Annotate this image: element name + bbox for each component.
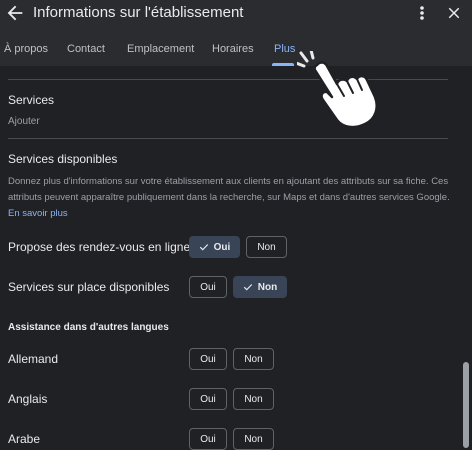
active-tab-indicator xyxy=(272,63,294,66)
anglais-no-button[interactable]: Non xyxy=(233,388,274,410)
arabe-yes-button[interactable]: Oui xyxy=(189,428,227,450)
check-icon xyxy=(199,244,208,251)
chip-label: Non xyxy=(244,353,263,365)
available-services-heading: Services disponibles xyxy=(8,152,118,166)
online-appointments-no-button[interactable]: Non xyxy=(246,236,287,258)
scrollbar-thumb[interactable] xyxy=(463,362,469,448)
attribute-onsite-services-label: Services sur place disponibles xyxy=(8,280,170,294)
anglais-yes-button[interactable]: Oui xyxy=(189,388,227,410)
chip-label: Non xyxy=(244,433,263,445)
languages-heading: Assistance dans d'autres langues xyxy=(8,322,169,333)
tab-plus[interactable]: Plus xyxy=(274,43,295,55)
chip-label: Oui xyxy=(213,241,231,253)
add-service-link[interactable]: Ajouter xyxy=(8,116,40,127)
arrow-left-icon[interactable] xyxy=(4,2,26,24)
online-appointments-yes-button[interactable]: Oui xyxy=(189,236,240,258)
section-divider xyxy=(8,138,448,139)
chip-label: Non xyxy=(244,393,263,405)
tab-emplacement[interactable]: Emplacement xyxy=(127,43,194,55)
available-services-description: Donnez plus d'informations sur votre éta… xyxy=(8,174,458,222)
chip-label: Non xyxy=(257,281,278,293)
language-label-anglais: Anglais xyxy=(8,392,48,406)
allemand-yes-button[interactable]: Oui xyxy=(189,348,227,370)
allemand-no-button[interactable]: Non xyxy=(233,348,274,370)
attribute-online-appointments-label: Propose des rendez-vous en ligne xyxy=(8,240,191,254)
services-heading: Services xyxy=(8,93,55,107)
section-divider xyxy=(8,79,448,80)
chip-label: Oui xyxy=(200,433,216,445)
learn-more-link[interactable]: En savoir plus xyxy=(8,208,68,219)
onsite-services-no-button[interactable]: Non xyxy=(233,276,287,298)
dialog-title: Informations sur l'établissement xyxy=(33,4,244,21)
tab-a-propos[interactable]: À propos xyxy=(4,43,48,55)
chip-label: Oui xyxy=(200,353,216,365)
more-vert-icon[interactable] xyxy=(414,2,430,24)
onsite-services-yes-button[interactable]: Oui xyxy=(189,276,227,298)
chip-label: Oui xyxy=(200,393,216,405)
close-icon[interactable] xyxy=(445,4,463,22)
tab-horaires[interactable]: Horaires xyxy=(212,43,254,55)
tab-contact[interactable]: Contact xyxy=(67,43,105,55)
tab-bar: À propos Contact Emplacement Horaires Pl… xyxy=(0,40,472,66)
hand-pointer-icon xyxy=(297,51,378,129)
check-icon xyxy=(243,284,252,291)
dialog-header: Informations sur l'établissement À propo… xyxy=(0,0,472,66)
language-label-allemand: Allemand xyxy=(8,352,59,366)
language-label-arabe: Arabe xyxy=(8,432,41,446)
arabe-no-button[interactable]: Non xyxy=(233,428,274,450)
chip-label: Non xyxy=(257,241,276,253)
description-text: Donnez plus d'informations sur votre éta… xyxy=(8,176,450,203)
chip-label: Oui xyxy=(200,281,216,293)
